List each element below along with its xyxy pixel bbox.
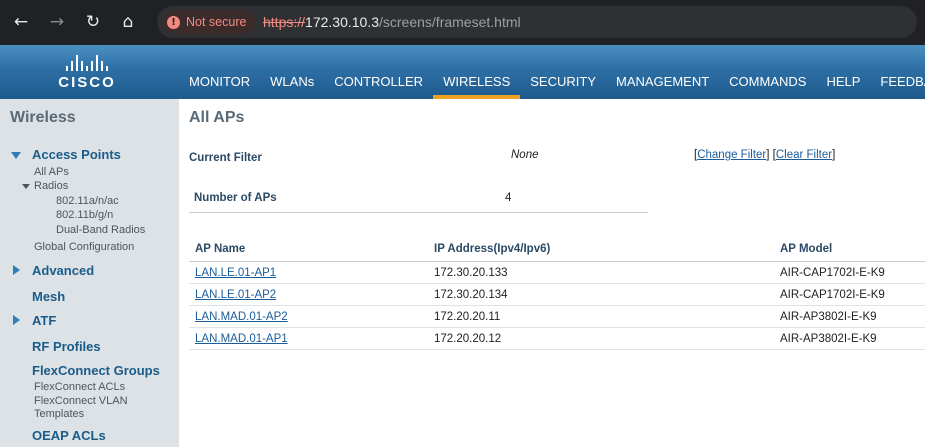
left-menu-title: Wireless [10,109,76,126]
ap-table: AP Name IP Address(Ipv4/Ipv6) AP Model L… [189,235,925,350]
cisco-logo-text: CISCO [58,74,116,91]
url-host: 172.30.10.3 [305,14,379,30]
current-filter-value: None [511,149,539,161]
browser-toolbar: ← → ↻ ⌂ ! Not secure https://172.30.10.3… [0,0,925,45]
topnav-management[interactable]: MANAGEMENT [606,45,719,99]
ap-name-link[interactable]: LAN.MAD.01-AP1 [195,333,288,345]
column-header-ap-model[interactable]: AP Model [780,243,832,255]
column-header-ip-address[interactable]: IP Address(Ipv4/Ipv6) [434,243,550,255]
number-of-aps-label: Number of APs [194,192,277,204]
menu-flexconnect-vlan-templates[interactable]: FlexConnect VLAN [34,395,128,407]
menu-mesh[interactable]: Mesh [32,289,65,304]
topnav-monitor[interactable]: MONITOR [179,45,260,99]
topnav-wlans[interactable]: WLANs [260,45,324,99]
menu-radios[interactable]: Radios [34,180,68,192]
menu-atf[interactable]: ATF [32,313,56,328]
expand-triangle-icon[interactable] [11,152,21,159]
warning-icon: ! [167,15,180,29]
back-arrow-icon[interactable]: ← [8,9,34,35]
menu-radio-dual-band[interactable]: Dual-Band Radios [56,224,145,236]
security-label: Not secure [186,15,247,29]
number-of-aps-row: Number of APs 4 [189,186,648,213]
app-header: CISCO MONITOR WLANs CONTROLLER WIRELESS SECU… [0,45,925,99]
table-row: LAN.LE.01-AP1 172.30.20.133 AIR-CAP1702I… [189,262,925,284]
ap-ip-address: 172.20.20.11 [434,311,501,323]
menu-radio-80211b[interactable]: 802.11b/g/n [56,209,113,221]
forward-arrow-icon[interactable]: → [44,9,70,35]
menu-radio-80211a[interactable]: 802.11a/n/ac [56,195,119,207]
menu-advanced[interactable]: Advanced [32,263,94,278]
topnav-security[interactable]: SECURITY [520,45,606,99]
menu-access-points[interactable]: Access Points [32,147,121,162]
bracket-close: ] [766,149,770,161]
url-path: /screens/frameset.html [379,14,521,30]
ap-name-link[interactable]: LAN.MAD.01-AP2 [195,311,288,323]
ap-table-header: AP Name IP Address(Ipv4/Ipv6) AP Model [189,235,925,262]
clear-filter-link[interactable]: Clear Filter [776,149,832,161]
table-row: LAN.MAD.01-AP1 172.20.20.12 AIR-AP3802I-… [189,328,925,350]
menu-flexconnect-vlan-templates-line2[interactable]: Templates [34,408,84,420]
main-content: All APs Current Filter None [Change Filt… [179,99,925,447]
url-scheme: https:// [263,14,306,30]
current-filter-label: Current Filter [189,152,262,164]
reload-icon[interactable]: ↻ [80,9,106,35]
menu-flexconnect-acls[interactable]: FlexConnect ACLs [34,381,125,393]
table-row: LAN.MAD.01-AP2 172.20.20.11 AIR-AP3802I-… [189,306,925,328]
topnav-feedback[interactable]: FEEDBACK [870,45,925,99]
security-chip[interactable]: ! Not secure [163,10,257,34]
topnav-commands[interactable]: COMMANDS [719,45,816,99]
menu-oeap-acls[interactable]: OEAP ACLs [32,428,106,443]
bracket-close: ] [832,149,836,161]
ap-name-link[interactable]: LAN.LE.01-AP1 [195,267,276,279]
left-menu: Wireless Access Points All APs Radios 80… [0,99,179,447]
menu-flexconnect-groups[interactable]: FlexConnect Groups [32,363,160,378]
ap-ip-address: 172.30.20.133 [434,267,508,279]
collapsed-triangle-icon[interactable] [13,315,20,325]
column-header-ap-name[interactable]: AP Name [195,243,245,255]
cisco-logo: CISCO [52,51,122,93]
menu-rf-profiles[interactable]: RF Profiles [32,339,101,354]
table-row: LAN.LE.01-AP2 172.30.20.134 AIR-CAP1702I… [189,284,925,306]
collapsed-triangle-icon[interactable] [13,265,20,275]
page-title: All APs [189,109,245,126]
number-of-aps-value: 4 [505,192,512,204]
expand-triangle-small-icon[interactable] [22,184,30,189]
address-bar[interactable]: ! Not secure https://172.30.10.3/screens… [157,6,917,38]
topnav-wireless[interactable]: WIRELESS [433,45,521,99]
ap-model: AIR-CAP1702I-E-K9 [780,289,885,301]
ap-model: AIR-AP3802I-E-K9 [780,333,877,345]
menu-all-aps[interactable]: All APs [34,166,69,178]
ap-model: AIR-CAP1702I-E-K9 [780,267,885,279]
home-icon[interactable]: ⌂ [115,9,141,35]
url-text[interactable]: https://172.30.10.3/screens/frameset.htm… [263,6,521,38]
change-filter-link[interactable]: Change Filter [697,149,766,161]
topnav-controller[interactable]: CONTROLLER [324,45,433,99]
filter-actions: [Change Filter] [Clear Filter] [694,149,835,161]
ap-name-link[interactable]: LAN.LE.01-AP2 [195,289,276,301]
ap-ip-address: 172.30.20.134 [434,289,508,301]
topnav-help[interactable]: HELP [816,45,870,99]
ap-ip-address: 172.20.20.12 [434,333,502,345]
top-navigation: MONITOR WLANs CONTROLLER WIRELESS SECURITY MA… [179,45,925,99]
menu-global-configuration[interactable]: Global Configuration [34,241,134,253]
cisco-logo-bars-icon [52,51,122,71]
ap-model: AIR-AP3802I-E-K9 [780,311,877,323]
